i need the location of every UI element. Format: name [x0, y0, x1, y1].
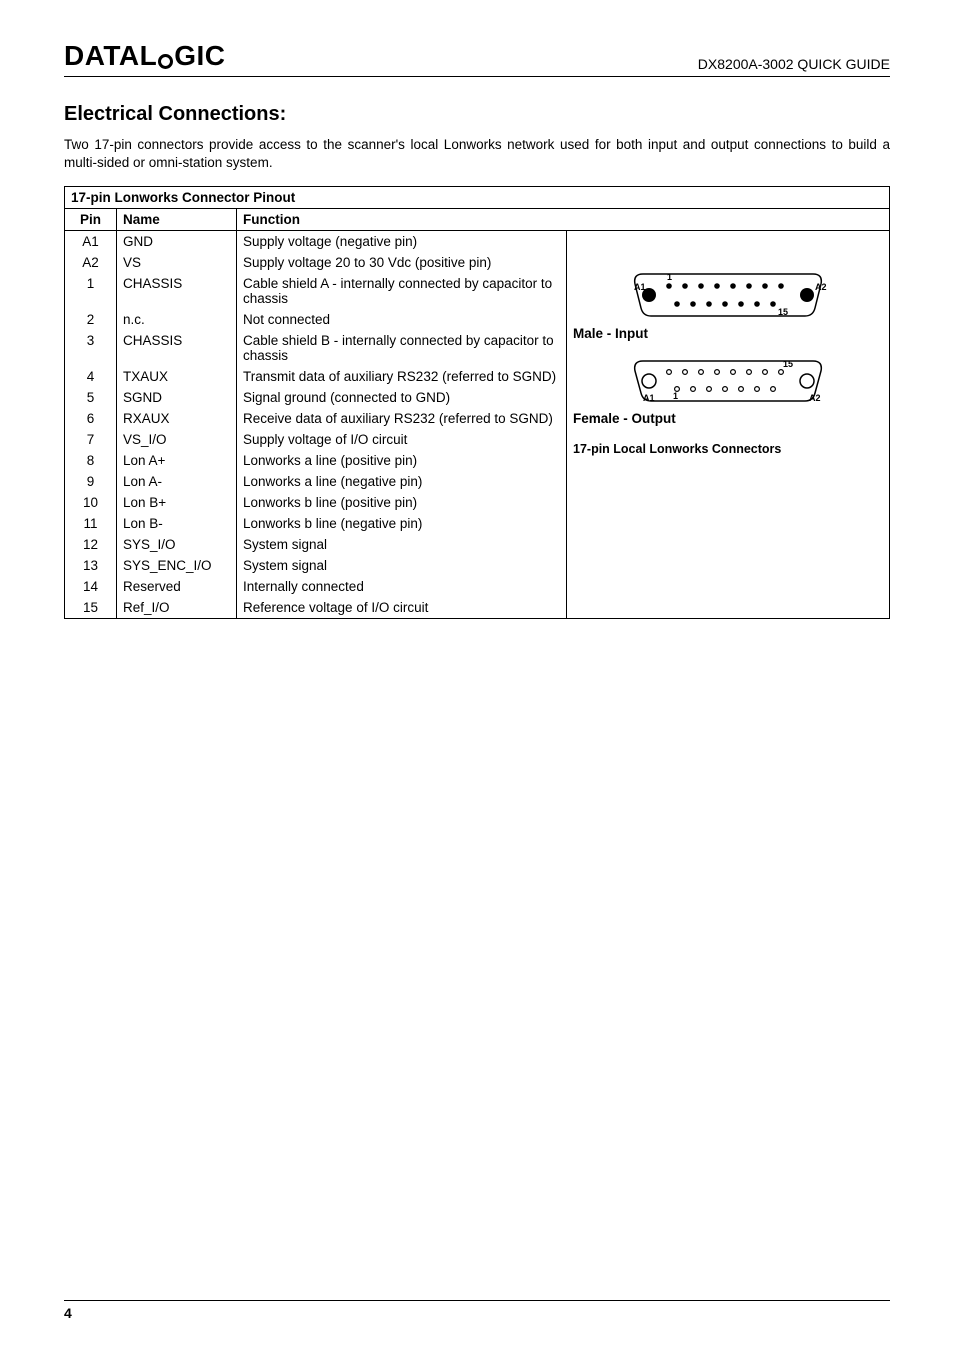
connector-sublabel: 17-pin Local Lonworks Connectors [573, 442, 883, 456]
cell-pin: 15 [65, 597, 117, 619]
svg-text:1: 1 [667, 272, 672, 282]
cell-name: Lon B- [117, 513, 237, 534]
brand-text-part1: D [64, 40, 85, 72]
svg-text:15: 15 [783, 359, 793, 369]
header-subtitle: DX8200A-3002 QUICK GUIDE [698, 56, 890, 72]
cell-func: Internally connected [237, 576, 567, 597]
cell-name: Ref_I/O [117, 597, 237, 619]
page-footer: 4 [64, 1300, 890, 1321]
cell-func: System signal [237, 555, 567, 576]
svg-text:A1: A1 [643, 393, 655, 403]
col-header-name: Name [117, 209, 237, 231]
svg-text:15: 15 [778, 307, 788, 317]
cell-func: Lonworks b line (positive pin) [237, 492, 567, 513]
cell-pin: 3 [65, 330, 117, 366]
cell-pin: 4 [65, 366, 117, 387]
cell-pin: A1 [65, 231, 117, 253]
intro-paragraph: Two 17-pin connectors provide access to … [64, 136, 890, 172]
cell-name: VS_I/O [117, 429, 237, 450]
cell-pin: 10 [65, 492, 117, 513]
cell-name: CHASSIS [117, 330, 237, 366]
cell-pin: 11 [65, 513, 117, 534]
cell-pin: A2 [65, 252, 117, 273]
table-row: A1 GND Supply voltage (negative pin) A1 … [65, 231, 890, 253]
cell-func: Reference voltage of I/O circuit [237, 597, 567, 619]
cell-name: SYS_I/O [117, 534, 237, 555]
cell-name: TXAUX [117, 366, 237, 387]
cell-pin: 13 [65, 555, 117, 576]
cell-pin: 9 [65, 471, 117, 492]
page-number: 4 [64, 1305, 72, 1321]
female-connector-label: Female - Output [573, 411, 883, 426]
cell-pin: 5 [65, 387, 117, 408]
female-connector-icon: A1 A2 1 15 [623, 355, 833, 405]
cell-func: Signal ground (connected to GND) [237, 387, 567, 408]
cell-name: RXAUX [117, 408, 237, 429]
cell-name: SGND [117, 387, 237, 408]
cell-name: GND [117, 231, 237, 253]
svg-text:A2: A2 [815, 282, 827, 292]
cell-func: Lonworks a line (negative pin) [237, 471, 567, 492]
cell-pin: 12 [65, 534, 117, 555]
cell-func: Cable shield A - internally connected by… [237, 273, 567, 309]
cell-name: n.c. [117, 309, 237, 330]
cell-name: CHASSIS [117, 273, 237, 309]
cell-pin: 6 [65, 408, 117, 429]
table-title: 17-pin Lonworks Connector Pinout [65, 187, 890, 209]
brand-o-icon [158, 54, 173, 69]
cell-func: Cable shield B - internally connected by… [237, 330, 567, 366]
cell-pin: 7 [65, 429, 117, 450]
cell-pin: 14 [65, 576, 117, 597]
cell-func: Not connected [237, 309, 567, 330]
cell-pin: 8 [65, 450, 117, 471]
cell-name: Reserved [117, 576, 237, 597]
cell-name: VS [117, 252, 237, 273]
pinout-table: 17-pin Lonworks Connector Pinout Pin Nam… [64, 186, 890, 619]
cell-func: Supply voltage 20 to 30 Vdc (positive pi… [237, 252, 567, 273]
section-heading: Electrical Connections: [64, 103, 890, 126]
cell-name: SYS_ENC_I/O [117, 555, 237, 576]
cell-name: Lon B+ [117, 492, 237, 513]
svg-text:A2: A2 [809, 393, 821, 403]
male-connector-icon: A1 A2 1 15 [623, 268, 833, 320]
cell-func: Supply voltage of I/O circuit [237, 429, 567, 450]
svg-text:1: 1 [673, 391, 678, 401]
brand-text-part2: ATAL [85, 40, 158, 72]
svg-text:A1: A1 [634, 282, 646, 292]
male-connector-label: Male - Input [573, 326, 883, 341]
col-header-pin: Pin [65, 209, 117, 231]
cell-func: Receive data of auxiliary RS232 (referre… [237, 408, 567, 429]
cell-func: Transmit data of auxiliary RS232 (referr… [237, 366, 567, 387]
col-header-function: Function [237, 209, 890, 231]
header-bar: DATAL GIC DX8200A-3002 QUICK GUIDE [64, 40, 890, 77]
brand-text-part3: GIC [174, 40, 225, 72]
cell-func: System signal [237, 534, 567, 555]
cell-name: Lon A+ [117, 450, 237, 471]
cell-pin: 2 [65, 309, 117, 330]
connector-diagram-cell: A1 A2 1 15 Male - Input A1 A2 [567, 231, 890, 619]
cell-name: Lon A- [117, 471, 237, 492]
brand-logo: DATAL GIC [64, 40, 226, 72]
cell-func: Lonworks a line (positive pin) [237, 450, 567, 471]
cell-func: Lonworks b line (negative pin) [237, 513, 567, 534]
cell-func: Supply voltage (negative pin) [237, 231, 567, 253]
cell-pin: 1 [65, 273, 117, 309]
